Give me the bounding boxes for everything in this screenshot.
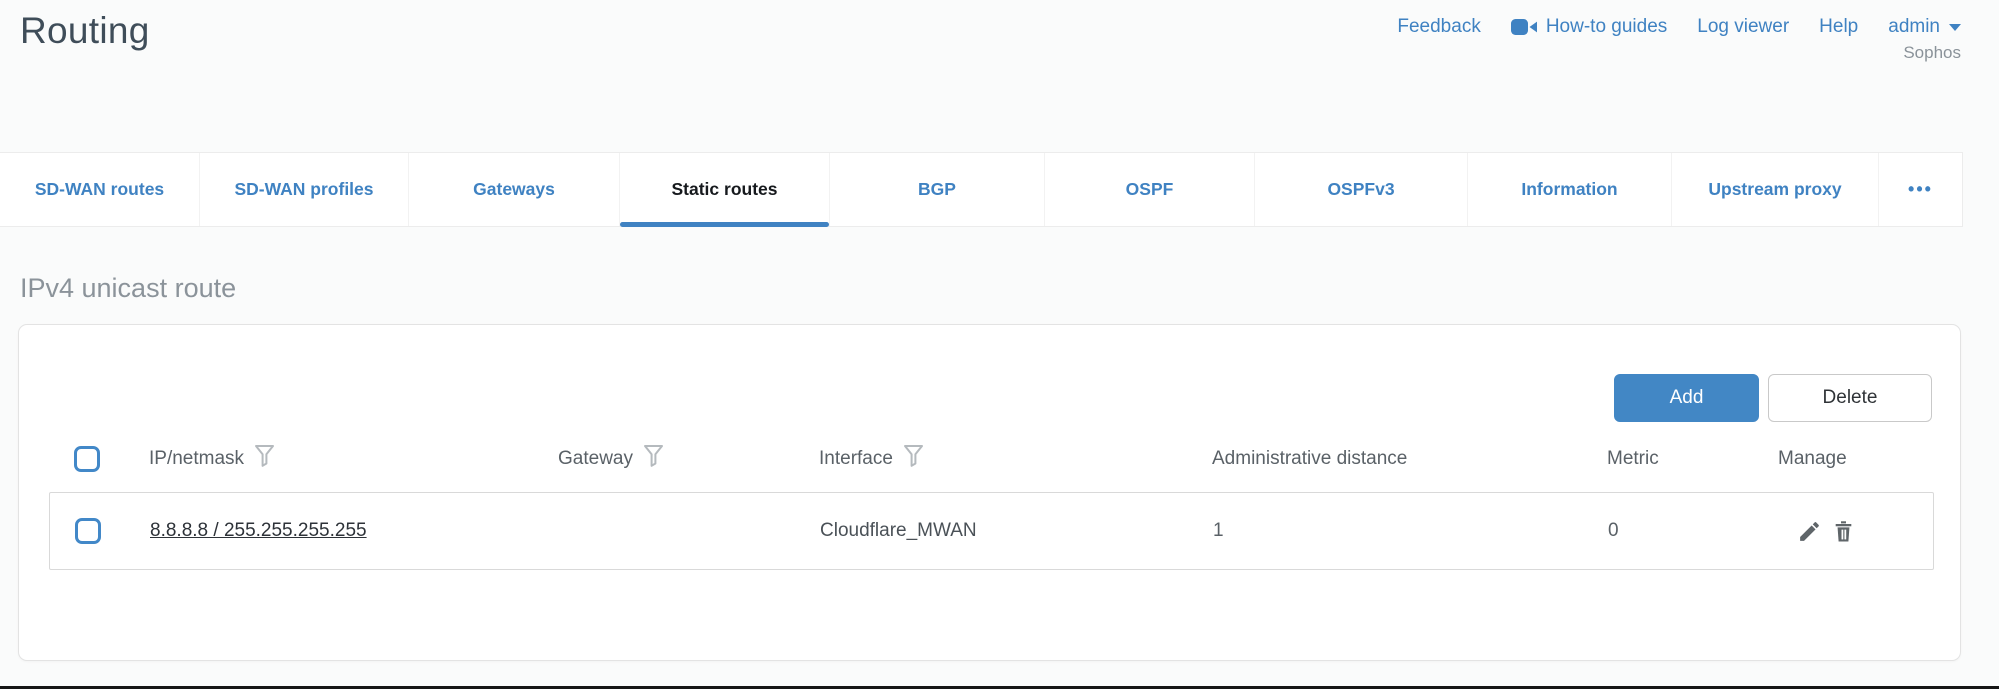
column-label: Metric bbox=[1607, 448, 1659, 470]
column-header-interface: Interface bbox=[819, 444, 1212, 474]
tab-upstream-proxy[interactable]: Upstream proxy bbox=[1672, 153, 1879, 226]
table-header-row: IP/netmask Gateway Interface Administrat… bbox=[49, 436, 1934, 482]
feedback-link[interactable]: Feedback bbox=[1397, 16, 1480, 38]
column-label: Manage bbox=[1778, 448, 1847, 470]
static-routes-card: Add Delete IP/netmask Gateway Interface bbox=[18, 324, 1961, 661]
column-header-metric: Metric bbox=[1607, 448, 1778, 470]
howto-guides-label: How-to guides bbox=[1546, 16, 1667, 38]
column-header-manage: Manage bbox=[1778, 448, 1934, 470]
row-checkbox[interactable] bbox=[75, 518, 101, 544]
interface-cell: Cloudflare_MWAN bbox=[820, 520, 1213, 542]
column-label: IP/netmask bbox=[149, 448, 244, 470]
column-header-gateway: Gateway bbox=[558, 444, 819, 474]
column-label: Interface bbox=[819, 448, 893, 470]
tab-ospfv3[interactable]: OSPFv3 bbox=[1255, 153, 1468, 226]
tab-gateways[interactable]: Gateways bbox=[409, 153, 620, 226]
log-viewer-link[interactable]: Log viewer bbox=[1697, 16, 1789, 38]
help-link[interactable]: Help bbox=[1819, 16, 1858, 38]
tab-sdwan-profiles[interactable]: SD-WAN profiles bbox=[200, 153, 409, 226]
log-viewer-label: Log viewer bbox=[1697, 16, 1789, 38]
admin-menu-label: admin bbox=[1888, 16, 1940, 38]
tab-bgp[interactable]: BGP bbox=[830, 153, 1045, 226]
ip-netmask-link[interactable]: 8.8.8.8 / 255.255.255.255 bbox=[150, 520, 559, 542]
tab-information[interactable]: Information bbox=[1468, 153, 1672, 226]
brand-label: Sophos bbox=[1903, 43, 1961, 63]
metric-cell: 0 bbox=[1608, 520, 1779, 542]
routing-tab-bar: SD-WAN routes SD-WAN profiles Gateways S… bbox=[0, 152, 1963, 227]
howto-guides-link[interactable]: How-to guides bbox=[1511, 16, 1667, 38]
column-header-ip-netmask: IP/netmask bbox=[149, 444, 558, 474]
select-all-checkbox[interactable] bbox=[74, 446, 100, 472]
tab-overflow-menu[interactable]: ••• bbox=[1879, 153, 1962, 226]
top-links: Feedback How-to guides Log viewer Help a… bbox=[1397, 16, 1961, 38]
tab-sdwan-routes[interactable]: SD-WAN routes bbox=[0, 153, 200, 226]
administrative-distance-cell: 1 bbox=[1213, 520, 1608, 542]
video-camera-icon bbox=[1511, 17, 1537, 37]
feedback-label: Feedback bbox=[1397, 16, 1480, 38]
delete-button[interactable]: Delete bbox=[1768, 374, 1932, 422]
column-header-administrative-distance: Administrative distance bbox=[1212, 448, 1607, 470]
column-label: Administrative distance bbox=[1212, 448, 1407, 470]
caret-down-icon bbox=[1949, 24, 1961, 31]
trash-icon[interactable] bbox=[1831, 519, 1856, 544]
table-actions: Add Delete bbox=[19, 374, 1932, 422]
tab-static-routes[interactable]: Static routes bbox=[620, 153, 830, 226]
admin-menu[interactable]: admin bbox=[1888, 16, 1961, 38]
filter-funnel-icon[interactable] bbox=[643, 444, 664, 474]
help-label: Help bbox=[1819, 16, 1858, 38]
section-title: IPv4 unicast route bbox=[20, 273, 1999, 304]
filter-funnel-icon[interactable] bbox=[254, 444, 275, 474]
pencil-icon[interactable] bbox=[1797, 519, 1822, 544]
table-row: 8.8.8.8 / 255.255.255.255 Cloudflare_MWA… bbox=[49, 492, 1934, 570]
column-label: Gateway bbox=[558, 448, 633, 470]
tab-ospf[interactable]: OSPF bbox=[1045, 153, 1255, 226]
filter-funnel-icon[interactable] bbox=[903, 444, 924, 474]
routing-page: Routing Feedback How-to guides Log viewe… bbox=[0, 0, 1999, 689]
top-bar: Routing Feedback How-to guides Log viewe… bbox=[0, 0, 1999, 152]
add-button[interactable]: Add bbox=[1614, 374, 1759, 422]
top-right-area: Feedback How-to guides Log viewer Help a… bbox=[1397, 16, 1961, 63]
manage-cell bbox=[1779, 519, 1933, 544]
page-title: Routing bbox=[20, 10, 150, 52]
